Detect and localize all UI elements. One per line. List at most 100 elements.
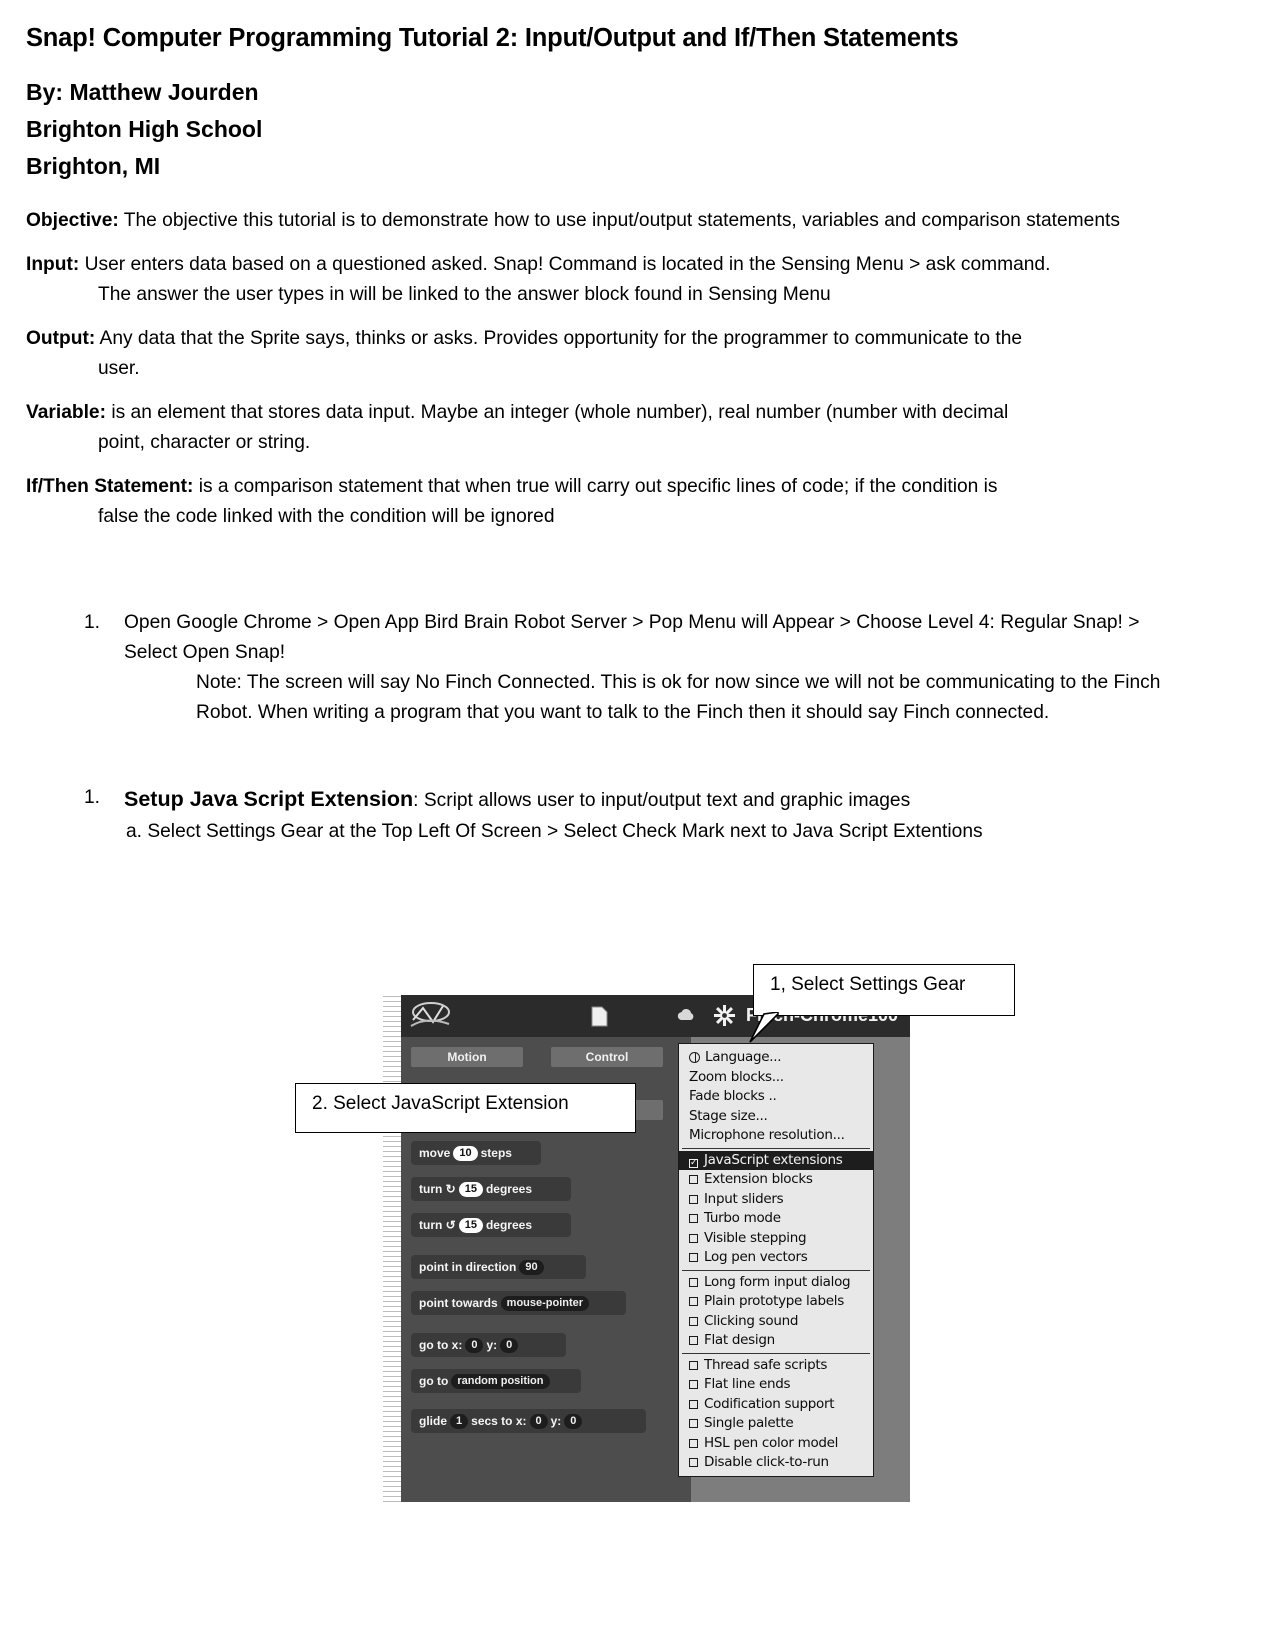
section-indent-ifthen: false the code linked with the condition… xyxy=(98,505,555,527)
menu-item-single-palette[interactable]: Single palette xyxy=(679,1414,873,1434)
block-go-to[interactable]: go to random position xyxy=(411,1369,581,1393)
menu-item-codification-support[interactable]: Codification support xyxy=(679,1395,873,1415)
checkbox-icon[interactable] xyxy=(689,1360,698,1370)
menu-item-flat-line-ends[interactable]: Flat line ends xyxy=(679,1375,873,1395)
section-ifthen: If/Then Statement: is a comparison state… xyxy=(26,472,1186,532)
block-point-in-direction[interactable]: point in direction 90 xyxy=(411,1255,586,1279)
block-suffix: secs to x: xyxy=(471,1414,527,1428)
block-turn-right[interactable]: turn ↻ 15 degrees xyxy=(411,1177,571,1201)
menu-item-label: Disable click-to-run xyxy=(704,1454,829,1470)
callout-settings-gear-label: 1, Select Settings Gear xyxy=(770,974,966,995)
checkbox-icon[interactable] xyxy=(689,1214,698,1223)
checkbox-icon[interactable] xyxy=(689,1233,698,1243)
block-label: point towards xyxy=(419,1296,498,1310)
menu-item-label: Codification support xyxy=(704,1395,835,1412)
block-glide[interactable]: glide 1 secs to x: 0 y: 0 xyxy=(411,1409,646,1433)
callout-javascript-extension: 2. Select JavaScript Extension xyxy=(295,1083,636,1133)
block-point-towards[interactable]: point towards mouse-pointer xyxy=(411,1291,626,1315)
checkbox-icon[interactable] xyxy=(689,1336,698,1345)
menu-item-label: Single palette xyxy=(704,1415,794,1431)
settings-dropdown-menu: Language... Zoom blocks... Fade blocks .… xyxy=(678,1043,874,1477)
menu-item-label: Flat design xyxy=(704,1332,775,1348)
list-marker: 1. xyxy=(84,787,101,809)
checkbox-icon[interactable] xyxy=(689,1253,698,1262)
block-slot[interactable]: 15 xyxy=(458,1218,483,1234)
section-indent-output: user. xyxy=(98,357,140,379)
checkbox-icon[interactable] xyxy=(689,1438,698,1448)
menu-item-visible-stepping[interactable]: Visible stepping xyxy=(679,1229,873,1249)
block-turn-left[interactable]: turn ↺ 15 degrees xyxy=(411,1213,571,1237)
menu-item-label: Flat line ends xyxy=(704,1376,791,1392)
menu-item-label: Log pen vectors xyxy=(704,1249,808,1265)
block-label: glide xyxy=(419,1414,448,1428)
menu-item-long-form-input-dialog[interactable]: Long form input dialog xyxy=(679,1273,873,1293)
block-slot[interactable]: 90 xyxy=(519,1260,544,1276)
menu-item-log-pen-vectors[interactable]: Log pen vectors xyxy=(679,1248,873,1268)
section-text-objective: The objective this tutorial is to demons… xyxy=(118,210,1120,232)
menu-item-plain-prototype-labels[interactable]: Plain prototype labels xyxy=(679,1292,873,1312)
palette-category-control[interactable]: Control xyxy=(551,1047,663,1067)
palette-category-motion[interactable]: Motion xyxy=(411,1047,523,1067)
menu-item-label: Language... xyxy=(705,1049,782,1065)
menu-item-label: Zoom blocks... xyxy=(689,1068,784,1085)
section-label-ifthen: If/Then Statement: xyxy=(26,475,194,497)
block-slot[interactable]: 0 xyxy=(465,1338,484,1354)
block-slot[interactable]: random position xyxy=(451,1374,550,1390)
school-line: Brighton High School xyxy=(26,115,263,142)
snap-screenshot-figure: 1, Select Settings Gear 2. Select JavaSc… xyxy=(0,955,1275,1555)
block-label: go to x: xyxy=(419,1338,463,1352)
menu-item-javascript-extensions[interactable]: ✓ JavaScript extensions xyxy=(679,1150,873,1170)
list-item-heading: Setup Java Script Extension xyxy=(124,787,414,812)
checkbox-icon[interactable] xyxy=(689,1458,698,1467)
menu-item-hsl-pen-color-model[interactable]: HSL pen color model xyxy=(679,1434,873,1454)
block-slot-3[interactable]: 0 xyxy=(564,1414,583,1430)
menu-item-microphone-resolution[interactable]: Microphone resolution... xyxy=(679,1126,873,1146)
cloud-icon[interactable] xyxy=(676,1008,698,1025)
section-indent-variable: point, character or string. xyxy=(98,431,311,453)
checkbox-icon[interactable]: ✓ xyxy=(689,1158,698,1168)
menu-item-disable-click-to-run[interactable]: Disable click-to-run xyxy=(679,1453,873,1473)
menu-item-input-sliders[interactable]: Input sliders xyxy=(679,1190,873,1210)
menu-item-label: Microphone resolution... xyxy=(689,1127,845,1143)
checkbox-icon[interactable] xyxy=(689,1419,698,1428)
menu-item-clicking-sound[interactable]: Clicking sound xyxy=(679,1312,873,1332)
section-objective: Objective: The objective this tutorial i… xyxy=(26,206,1186,236)
block-go-to-xy[interactable]: go to x: 0 y: 0 xyxy=(411,1333,566,1357)
menu-item-flat-design[interactable]: Flat design xyxy=(679,1331,873,1351)
menu-item-thread-safe-scripts[interactable]: Thread safe scripts xyxy=(679,1356,873,1376)
author-line: By: Matthew Jourden xyxy=(26,79,259,106)
callout-javascript-extension-label: 2. Select JavaScript Extension xyxy=(312,1093,569,1114)
block-slot[interactable]: 10 xyxy=(453,1146,478,1162)
callout-tail-1 xyxy=(749,1012,779,1043)
menu-item-language[interactable]: Language... xyxy=(679,1048,873,1068)
file-icon[interactable] xyxy=(591,1006,608,1031)
section-label-output: Output: xyxy=(26,327,96,349)
block-suffix: degrees xyxy=(485,1218,532,1232)
block-label: go to xyxy=(419,1374,449,1388)
menu-item-label: Stage size... xyxy=(689,1107,768,1124)
block-slot[interactable]: 15 xyxy=(458,1182,483,1198)
menu-item-stage-size[interactable]: Stage size... xyxy=(679,1107,873,1127)
block-move[interactable]: move 10 steps xyxy=(411,1141,541,1165)
checkbox-icon[interactable] xyxy=(689,1297,698,1306)
block-label: move xyxy=(419,1146,451,1160)
list-item-note: Note: The screen will say No Finch Conne… xyxy=(196,671,1161,723)
menu-item-zoom-blocks[interactable]: Zoom blocks... xyxy=(679,1068,873,1088)
checkbox-icon[interactable] xyxy=(689,1175,698,1184)
list-item-heading-rest: : Script allows user to input/output tex… xyxy=(413,790,911,812)
checkbox-icon[interactable] xyxy=(689,1399,698,1409)
block-slot[interactable]: 1 xyxy=(450,1414,469,1430)
menu-item-turbo-mode[interactable]: Turbo mode xyxy=(679,1209,873,1229)
block-slot-2[interactable]: 0 xyxy=(529,1414,548,1430)
checkbox-icon[interactable] xyxy=(689,1194,698,1204)
block-slot[interactable]: mouse-pointer xyxy=(500,1296,590,1312)
menu-item-fade-blocks[interactable]: Fade blocks .. xyxy=(679,1087,873,1107)
section-input: Input: User enters data based on a quest… xyxy=(26,250,1186,310)
callout-settings-gear: 1, Select Settings Gear xyxy=(753,964,1015,1016)
checkbox-icon[interactable] xyxy=(689,1277,698,1287)
section-label-input: Input: xyxy=(26,254,80,276)
block-slot-2[interactable]: 0 xyxy=(500,1338,519,1354)
checkbox-icon[interactable] xyxy=(689,1316,698,1326)
checkbox-icon[interactable] xyxy=(689,1380,698,1389)
menu-item-extension-blocks[interactable]: Extension blocks xyxy=(679,1170,873,1190)
